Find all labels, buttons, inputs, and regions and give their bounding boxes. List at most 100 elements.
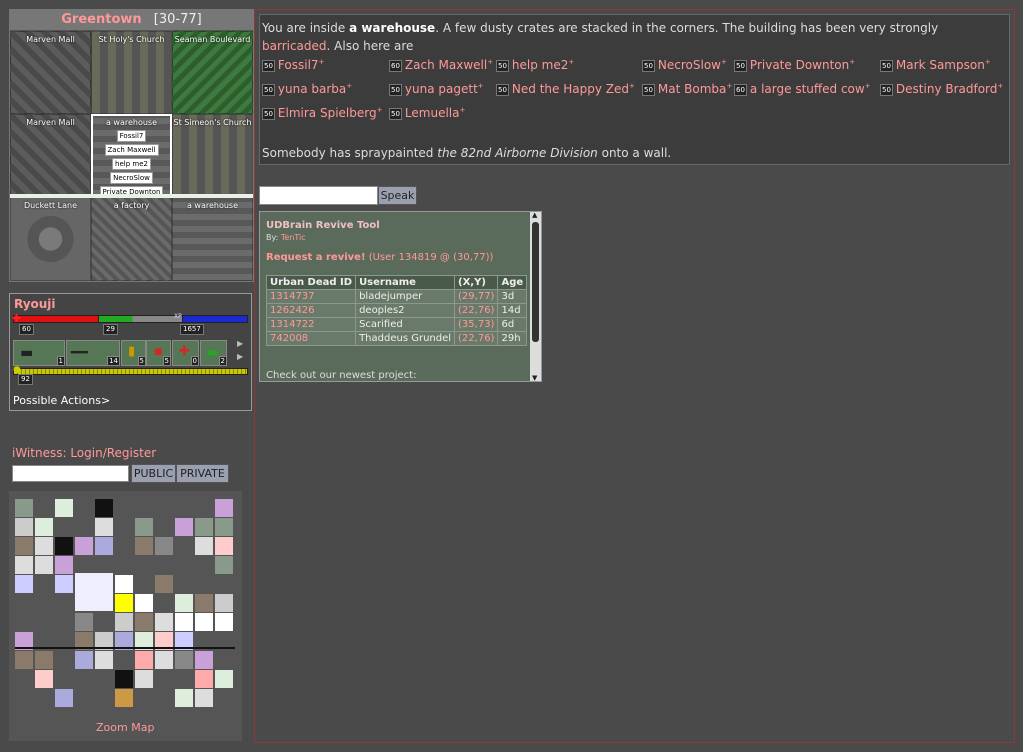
person-entry[interactable]: 50 Fossil7+ [262,58,324,72]
revive-cell[interactable]: (35,73) [454,317,499,332]
map-cell[interactable]: a warehouse Fossil7 Zach Maxwell help me2 Ne… [91,114,172,197]
person-name[interactable]: NecroSlow [658,58,721,72]
revive-cell[interactable]: 1314722 [265,317,357,332]
mini-map-square[interactable] [155,537,173,555]
person-entry[interactable]: 50 Private Downton+ [734,58,855,72]
iwitness-input[interactable] [12,465,129,482]
person-entry[interactable]: 50 yuna pagett+ [389,82,484,96]
mini-map[interactable] [9,491,242,741]
mini-map-square[interactable] [75,651,93,669]
revive-cell[interactable]: (29,77) [454,289,499,304]
person-name[interactable]: Mat Bomba [658,82,726,96]
request-label[interactable]: Request a revive! [266,252,366,263]
mini-map-square[interactable] [55,556,73,574]
person-entry[interactable]: 50 yuna barba+ [262,82,352,96]
mini-map-square[interactable] [95,537,113,555]
mini-map-square[interactable] [35,537,53,555]
zoom-map-link[interactable]: Zoom Map [96,721,154,734]
mini-map-square[interactable] [155,575,173,593]
request-revive-link[interactable]: Request a revive! (User 134819 @ (30,77)… [266,252,493,263]
mini-map-square[interactable] [135,613,153,631]
scroll-thumb[interactable] [532,222,539,342]
mini-map-square[interactable] [35,556,53,574]
person-entry[interactable]: 50 Lemuella+ [389,106,465,120]
mini-map-square[interactable] [195,594,213,612]
mini-map-square[interactable] [55,537,73,555]
private-button[interactable]: PRIVATE [176,464,229,483]
syringe-slot[interactable]: ▪ 5 [146,340,171,366]
pistol-slot[interactable]: ▬ 1 [13,340,65,366]
ammo-slot[interactable]: ▮ 5 [121,340,146,366]
person-name[interactable]: Zach Maxwell [405,58,487,72]
mini-map-square[interactable] [215,556,233,574]
mini-map-square[interactable] [95,518,113,536]
first-aid-slot[interactable]: ✚ 0 [172,340,199,366]
map-cell[interactable]: Seaman Boulevard [172,31,253,114]
person-name[interactable]: Destiny Bradford [896,82,997,96]
person-name[interactable]: yuna pagett [405,82,478,96]
mini-map-square[interactable] [115,689,133,707]
mini-map-square[interactable] [15,556,33,574]
speak-input[interactable] [259,186,378,205]
mini-map-square[interactable] [35,518,53,536]
revive-cell[interactable]: 1314737 [265,289,357,304]
scroll-down-icon[interactable]: ▼ [532,374,537,381]
person-entry[interactable]: 50 Mat Bomba+ [642,82,732,96]
revive-scrollbar[interactable]: ▲ ▼ [530,212,541,381]
shotgun-slot[interactable]: ━━ 14 [66,340,120,366]
public-button[interactable]: PUBLIC [131,464,176,483]
character-name[interactable]: Ryouji [14,297,56,311]
mini-map-square[interactable] [215,594,233,612]
mini-map-square[interactable] [75,573,113,611]
person-entry[interactable]: 50 Destiny Bradford+ [880,82,1003,96]
map-cell[interactable]: a warehouse [172,197,253,281]
map-cell[interactable]: Duckett Lane [10,197,91,281]
mini-map-square[interactable] [175,518,193,536]
mini-map-square[interactable] [55,499,73,517]
scroll-right-icon[interactable]: ▶ [237,339,243,348]
mini-map-square[interactable] [215,518,233,536]
mini-map-square[interactable] [115,670,133,688]
mini-map-square[interactable] [15,575,33,593]
revive-cell[interactable]: (22,76) [454,303,499,318]
mini-map-square[interactable] [195,613,213,631]
mini-map-square[interactable] [15,651,33,669]
author-link[interactable]: TenTic [281,233,306,242]
person-entry[interactable]: 50 Elmira Spielberg+ [262,106,382,120]
revive-cell[interactable]: 1262426 [265,303,357,318]
mini-map-square[interactable] [195,670,213,688]
mini-map-square[interactable] [195,651,213,669]
mini-map-square[interactable] [175,613,193,631]
person-entry[interactable]: 50 help me2+ [496,58,574,72]
mini-map-square[interactable] [135,670,153,688]
revive-cell[interactable]: (22,76) [454,331,499,346]
mini-map-square[interactable] [35,670,53,688]
map-cell[interactable]: Marven Mall [10,114,91,197]
map-cell[interactable]: Marven Mall [10,31,91,114]
mini-map-square[interactable] [95,651,113,669]
mini-map-square[interactable] [195,689,213,707]
map-cell[interactable]: St Holy's Church [91,31,172,114]
mini-map-square[interactable] [135,594,153,612]
mini-map-square[interactable] [195,537,213,555]
mini-map-square[interactable] [115,575,133,593]
mini-map-square[interactable] [35,651,53,669]
mini-map-square[interactable] [155,651,173,669]
person-entry[interactable]: 60 a large stuffed cow+ [734,82,871,96]
person-entry[interactable]: 50 Mark Sampson+ [880,58,991,72]
person-entry[interactable]: 50 NecroSlow+ [642,58,727,72]
person-name[interactable]: yuna barba [278,82,346,96]
scroll-up-icon[interactable]: ▲ [532,212,537,219]
mini-map-square[interactable] [95,499,113,517]
person-name[interactable]: Ned the Happy Zed [512,82,629,96]
mini-map-square[interactable] [175,651,193,669]
mini-map-square[interactable] [155,613,173,631]
person-name[interactable]: Mark Sampson [896,58,985,72]
possible-actions-link[interactable]: Possible Actions> [13,394,110,407]
person-name[interactable]: Private Downton [750,58,849,72]
mini-map-square[interactable] [15,518,33,536]
mini-map-square[interactable] [115,594,133,612]
person-name[interactable]: Lemuella [405,106,460,120]
mini-map-square[interactable] [135,537,153,555]
radio-slot[interactable]: ▬ 2 [200,340,227,366]
